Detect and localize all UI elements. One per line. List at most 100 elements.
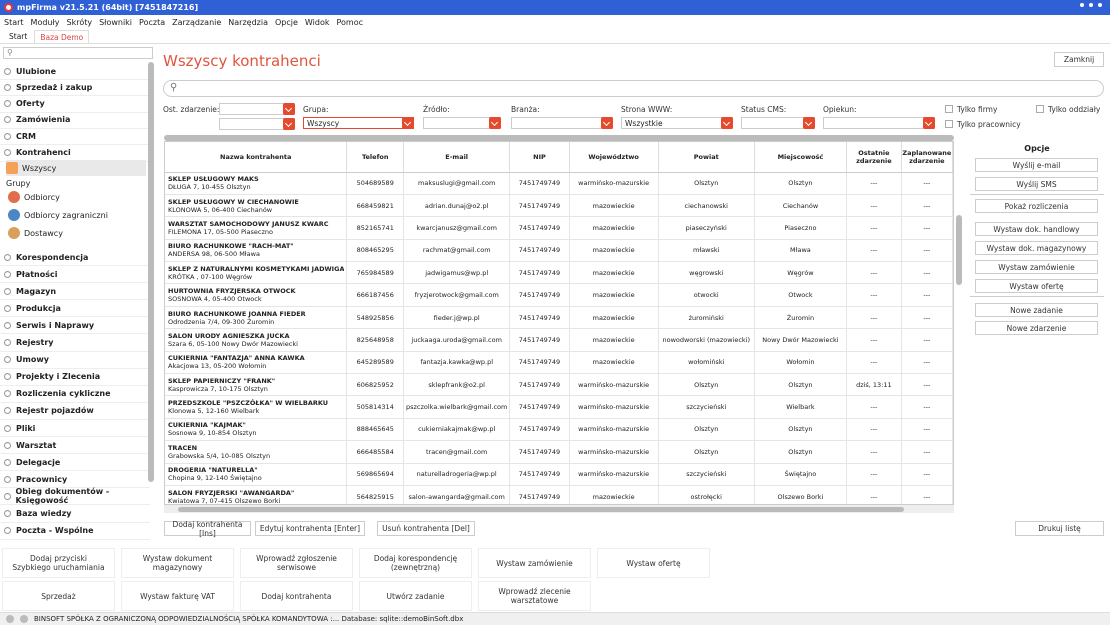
sidebar-group[interactable]: ⌃ Poczta - Wspólne <box>0 523 150 540</box>
column-header[interactable]: Nazwa kontrahenta <box>165 142 348 173</box>
quick-action-button[interactable]: Wprowadź zgłoszenie serwisowe <box>240 548 353 578</box>
quick-action-button[interactable]: Dodaj kontrahenta <box>240 581 353 611</box>
sidebar-scrollbar[interactable] <box>148 62 154 482</box>
sidebar-group[interactable]: ⌃ Pliki <box>0 420 150 437</box>
group-select[interactable]: Wszyscy <box>303 117 414 129</box>
cms-select[interactable] <box>741 117 815 129</box>
table-row[interactable]: SALON FRYZJERSKI "AWANGARDA" Kwiatowa 7, … <box>165 485 953 504</box>
quick-action-button[interactable]: Sprzedaż <box>2 581 115 611</box>
sidebar-search-input[interactable]: ⚲ <box>3 47 153 59</box>
option-button[interactable]: Wystaw dok. magazynowy <box>975 241 1098 255</box>
only-branches-checkbox[interactable] <box>1036 105 1044 113</box>
table-row[interactable]: WARSZTAT SAMOCHODOWY JANUSZ KWARC FILEMON… <box>165 216 953 240</box>
table-row[interactable]: SKLEP USŁUGOWY MAKS DŁUGA 7, 10-455 Olszt… <box>165 172 953 195</box>
option-button[interactable]: Nowe zdarzenie <box>975 321 1098 335</box>
tab-start[interactable]: Start <box>4 30 32 43</box>
sidebar-group[interactable]: ⌃ Korespondencja <box>0 249 150 266</box>
sidebar-group-item[interactable]: Odbiorcy zagraniczni <box>8 207 148 223</box>
window-controls[interactable] <box>1080 3 1102 7</box>
industry-select[interactable] <box>511 117 613 129</box>
table-row[interactable]: SKLEP USŁUGOWY W CIECHANOWIE KLONOWA 5, 0… <box>165 194 953 218</box>
quick-action-button[interactable]: Wystaw ofertę <box>597 548 710 578</box>
menu-item[interactable]: Start <box>4 18 24 27</box>
sidebar-group[interactable]: ⌃ Magazyn <box>0 283 150 301</box>
table-row[interactable]: SALON URODY AGNIESZKA JUCKA Szara 6, 05-1… <box>165 328 953 352</box>
menu-item[interactable]: Skróty <box>67 18 93 27</box>
quick-action-button[interactable]: Wystaw fakturę VAT <box>121 581 234 611</box>
sidebar-group[interactable]: ⌃ Delegacje <box>0 454 150 472</box>
option-button[interactable]: Wyślij SMS <box>975 177 1098 191</box>
sidebar-group[interactable]: ⌃ Produkcja <box>0 300 150 318</box>
sidebar-group-item[interactable]: Odbiorcy <box>8 189 148 205</box>
sidebar-group[interactable]: ⌃ Warsztat <box>0 437 150 455</box>
table-row[interactable]: HURTOWNIA FRYZJERSKA OTWOCK SOSNOWA 4, 05… <box>165 283 953 307</box>
sidebar-group[interactable]: ⌃ Baza wiedzy <box>0 506 150 523</box>
grid-action-button[interactable]: Dodaj kontrahenta [Ins] <box>164 520 251 538</box>
column-header[interactable]: Województwo <box>569 142 659 173</box>
last-event-select[interactable] <box>219 103 295 115</box>
print-list-button[interactable]: Drukuj listę <box>1015 521 1104 536</box>
column-header[interactable]: Zaplanowane zdarzenie <box>901 142 953 173</box>
option-button[interactable]: Wystaw dok. handlowy <box>975 222 1098 236</box>
column-header[interactable]: Powiat <box>658 142 755 173</box>
sidebar-item-wszyscy[interactable]: Wszyscy <box>6 160 146 176</box>
column-header[interactable]: NIP <box>509 142 570 173</box>
column-header[interactable]: Telefon <box>346 142 404 173</box>
sidebar-group[interactable]: ⌃ Umowy <box>0 352 150 369</box>
menu-item[interactable]: Poczta <box>139 18 165 27</box>
table-row[interactable]: DROGERIA "NATURELLA" Chopina 9, 12-140 Św… <box>165 463 953 486</box>
quick-action-button[interactable]: Wprowadź zlecenie warsztatowe <box>478 581 591 611</box>
table-row[interactable]: CUKIERNIA "KAJMAK" Sosnowa 9, 10-854 Olsz… <box>165 418 953 442</box>
last-event-select-2[interactable] <box>219 118 295 130</box>
option-button[interactable]: Nowe zadanie <box>975 303 1098 317</box>
option-button[interactable]: Wystaw ofertę <box>975 279 1098 293</box>
sidebar-group[interactable]: ⌃ Kontrahenci <box>0 145 150 162</box>
sidebar-group[interactable]: ⌃ Projekty i Zlecenia <box>0 369 150 386</box>
table-row[interactable]: BIURO RACHUNKOWE "RACH-MAT" ANDERSA 98, 0… <box>165 239 953 263</box>
sidebar-group[interactable]: ⌃ Sprzedaż i zakup <box>0 79 150 97</box>
sidebar-group[interactable]: ⌃ Zamówienia <box>0 112 150 129</box>
menu-item[interactable]: Narzędzia <box>228 18 268 27</box>
sidebar-group[interactable]: ⌃ Ulubione <box>0 63 150 80</box>
sidebar-group[interactable]: ⌃ Rejestry <box>0 335 150 352</box>
option-button[interactable]: Wystaw zamówienie <box>975 260 1098 274</box>
table-vertical-scroll-thumb[interactable] <box>956 215 962 285</box>
only-employees-checkbox[interactable] <box>945 120 953 128</box>
menu-item[interactable]: Widok <box>305 18 330 27</box>
option-button[interactable]: Pokaż rozliczenia <box>975 199 1098 213</box>
sidebar-group[interactable]: ⌃ Obieg dokumentów - Księgowość <box>0 487 150 506</box>
menu-item[interactable]: Opcje <box>275 18 298 27</box>
quick-action-button[interactable]: Dodaj przyciski Szybkiego uruchamiania <box>2 548 115 578</box>
option-button[interactable]: Wyślij e-mail <box>975 158 1098 172</box>
column-header[interactable]: Miejscowość <box>754 142 848 173</box>
table-horizontal-scroll-thumb[interactable] <box>178 507 904 512</box>
table-row[interactable]: SKLEP PAPIERNICZY "FRANK" Kasprowicza 7, … <box>165 373 953 397</box>
search-input[interactable]: ⚲ <box>163 80 1104 97</box>
sidebar-group[interactable]: ⌃ Rozliczenia cykliczne <box>0 386 150 403</box>
table-row[interactable]: SKLEP Z NATURALNYMI KOSMETYKAMI JADWIGA K… <box>165 261 953 285</box>
source-select[interactable] <box>423 117 501 129</box>
grid-action-button[interactable]: Usuń kontrahenta [Del] <box>377 521 475 536</box>
sidebar-group[interactable]: ⌃ Płatności <box>0 266 150 284</box>
sidebar-group[interactable]: ⌃ Pracownicy <box>0 471 150 489</box>
table-row[interactable]: BIURO RACHUNKOWE JOANNA FIEDER Odrodzenia… <box>165 306 953 330</box>
sidebar-group[interactable]: ⌃ Serwis i Naprawy <box>0 317 150 335</box>
table-row[interactable]: TRACEN Grabowska 5/4, 10-085 Olsztyn 66648… <box>165 440 953 464</box>
sidebar-group[interactable]: ⌃ CRM <box>0 128 150 146</box>
quick-action-button[interactable]: Wystaw zamówienie <box>478 548 591 578</box>
sidebar-group[interactable]: ⌃ Oferty <box>0 96 150 113</box>
keeper-select[interactable] <box>823 117 935 129</box>
table-vertical-scrollbar[interactable] <box>955 148 962 498</box>
table-row[interactable]: PRZEDSZKOLE "PSZCZÓŁKA" W WIELBARKU Klono… <box>165 395 953 419</box>
tab-baza-demo[interactable]: Baza Demo <box>34 30 90 43</box>
menu-item[interactable]: Słowniki <box>99 18 132 27</box>
sidebar-group[interactable]: ⌃ Rejestr pojazdów <box>0 403 150 420</box>
table-row[interactable]: CUKIERNIA "FANTAZJA" ANNA KAWKA Akacjowa … <box>165 351 953 375</box>
grid-action-button[interactable]: Edytuj kontrahenta [Enter] <box>255 521 365 536</box>
menu-item[interactable]: Pomoc <box>336 18 363 27</box>
quick-action-button[interactable]: Utwórz zadanie <box>359 581 472 611</box>
www-select[interactable]: Wszystkie <box>621 117 733 129</box>
menu-item[interactable]: Moduły <box>31 18 60 27</box>
sidebar-group-item[interactable]: Dostawcy <box>8 225 148 241</box>
quick-action-button[interactable]: Wystaw dokument magazynowy <box>121 548 234 578</box>
